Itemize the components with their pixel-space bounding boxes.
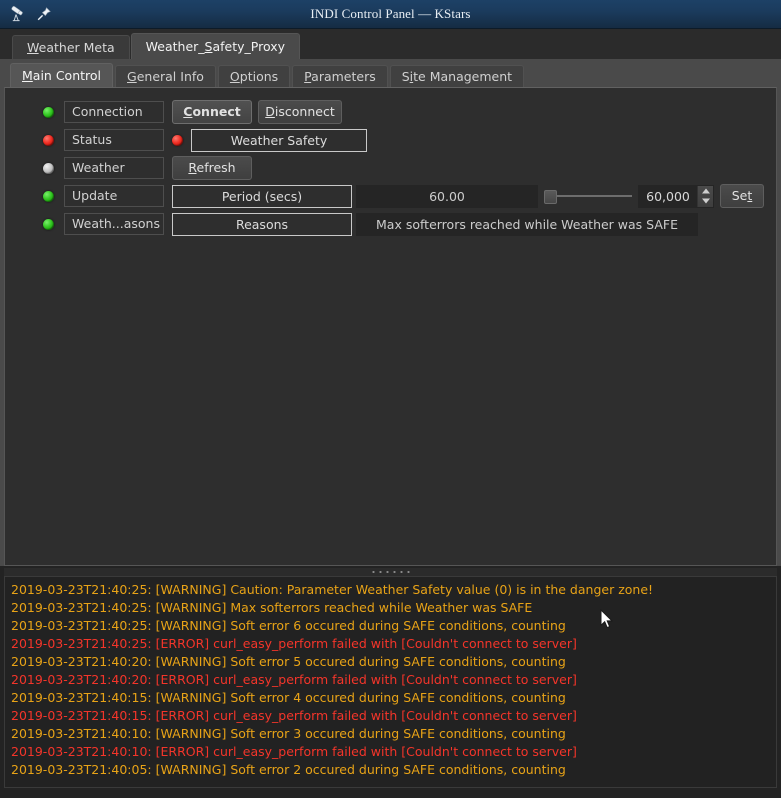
device-tab-weather-meta-accel: W (27, 40, 39, 55)
tab-general-info-accel: G (127, 69, 137, 84)
spin-up-icon[interactable] (698, 186, 713, 197)
tab-site-management-pre: S (401, 69, 410, 84)
tab-general-info[interactable]: General Info (115, 65, 216, 87)
weather-reasons-label: Weath...asons (64, 213, 164, 235)
tab-main-control[interactable]: Main Control (10, 63, 114, 87)
update-period-value: 60.00 (356, 184, 538, 208)
tab-main-control-accel: M (22, 68, 33, 83)
update-period-spinbox[interactable]: 60,000 (638, 184, 714, 208)
update-period-spin-value: 60,000 (646, 188, 690, 204)
tab-general-info-label: eneral Info (136, 69, 204, 84)
refresh-button-label: efresh (196, 160, 236, 175)
telescope-icon (8, 5, 26, 23)
window-title: INDI Control Panel — KStars (310, 6, 471, 21)
tab-parameters[interactable]: Parameters (292, 65, 388, 87)
device-tab-weather-meta[interactable]: Weather Meta (12, 35, 130, 59)
update-led (43, 190, 54, 202)
device-panel: Main Control General Info Options Parame… (0, 59, 781, 566)
log-line: 2019-03-23T21:40:10: [WARNING] Soft erro… (11, 726, 566, 741)
tab-options-accel: O (229, 69, 240, 84)
device-tab-weather-safety-proxy-pre: Weather_ (145, 39, 205, 54)
tab-options[interactable]: Options (217, 65, 291, 87)
set-button[interactable]: Set (720, 184, 764, 208)
weather-safety-state-led (172, 134, 183, 146)
spin-arrows[interactable] (697, 185, 713, 207)
refresh-button[interactable]: Refresh (172, 156, 252, 180)
disconnect-button-label: isconnect (274, 104, 335, 119)
weather-safety-switch[interactable]: Weather Safety (191, 128, 367, 152)
log-line: 2019-03-23T21:40:20: [ERROR] curl_easy_p… (11, 672, 577, 687)
update-period-switch[interactable]: Period (secs) (172, 184, 352, 208)
device-tabbar: Weather Meta Weather_Safety_Proxy (0, 29, 781, 59)
property-row-weather: Weather Refresh (5, 156, 776, 180)
device-tab-weather-safety-proxy-post: afety_Proxy (212, 39, 286, 54)
property-row-update: Update Period (secs) 60.00 60,000 Set (5, 184, 776, 208)
panel-splitter[interactable] (4, 568, 777, 576)
refresh-button-accel: R (188, 160, 197, 175)
log-line: 2019-03-23T21:40:20: [WARNING] Soft erro… (11, 654, 566, 669)
log-output[interactable]: 2019-03-23T21:40:25: [WARNING] Caution: … (4, 576, 777, 788)
log-line: 2019-03-23T21:40:25: [WARNING] Caution: … (11, 582, 654, 597)
log-line: 2019-03-23T21:40:10: [ERROR] curl_easy_p… (11, 744, 577, 759)
property-tabbar: Main Control General Info Options Parame… (0, 63, 781, 87)
weather-reasons-led (43, 218, 54, 230)
device-tab-weather-safety-proxy[interactable]: Weather_Safety_Proxy (130, 33, 301, 59)
property-row-status: Status Weather Safety (5, 128, 776, 152)
set-button-pre: Se (731, 188, 748, 203)
slider-handle[interactable] (544, 190, 557, 204)
status-label: Status (64, 129, 164, 151)
tab-site-management-post: te Management (413, 69, 513, 84)
property-row-weather-reasons: Weath...asons Reasons Max softerrors rea… (5, 212, 776, 236)
main-control-page: Connection Connect Disconnect Status Wea… (4, 87, 777, 566)
log-line: 2019-03-23T21:40:25: [WARNING] Soft erro… (11, 618, 566, 633)
update-period-slider[interactable] (544, 185, 632, 207)
disconnect-button[interactable]: Disconnect (258, 100, 342, 124)
weather-led (43, 162, 54, 174)
status-led (43, 134, 54, 146)
weather-label: Weather (64, 157, 164, 179)
property-row-connection: Connection Connect Disconnect (5, 100, 776, 124)
tab-main-control-label: ain Control (32, 68, 102, 83)
connection-label: Connection (64, 101, 164, 123)
tab-site-management[interactable]: Site Management (389, 65, 525, 87)
slider-groove (552, 195, 632, 197)
log-line: 2019-03-23T21:40:25: [ERROR] curl_easy_p… (11, 636, 577, 651)
log-line: 2019-03-23T21:40:05: [WARNING] Soft erro… (11, 762, 566, 777)
update-label: Update (64, 185, 164, 207)
title-bar: INDI Control Panel — KStars (0, 0, 781, 29)
connection-led (43, 106, 54, 118)
pin-icon (36, 6, 52, 22)
disconnect-button-accel: D (265, 104, 275, 119)
weather-reasons-value: Max softerrors reached while Weather was… (356, 212, 698, 236)
weather-reasons-switch[interactable]: Reasons (172, 212, 352, 236)
log-line: 2019-03-23T21:40:25: [WARNING] Max softe… (11, 600, 533, 615)
log-line: 2019-03-23T21:40:15: [ERROR] curl_easy_p… (11, 708, 577, 723)
connect-button[interactable]: Connect (172, 100, 252, 124)
log-line: 2019-03-23T21:40:15: [WARNING] Soft erro… (11, 690, 566, 705)
spin-down-icon[interactable] (698, 196, 713, 207)
tab-parameters-label: arameters (311, 69, 376, 84)
connect-button-label: onnect (192, 104, 241, 119)
set-button-accel: t (747, 188, 753, 203)
device-tab-weather-meta-label: eather Meta (38, 40, 115, 55)
title-bar-icons (8, 5, 52, 23)
splitter-grip[interactable] (369, 570, 412, 574)
tab-options-label: ptions (239, 69, 279, 84)
